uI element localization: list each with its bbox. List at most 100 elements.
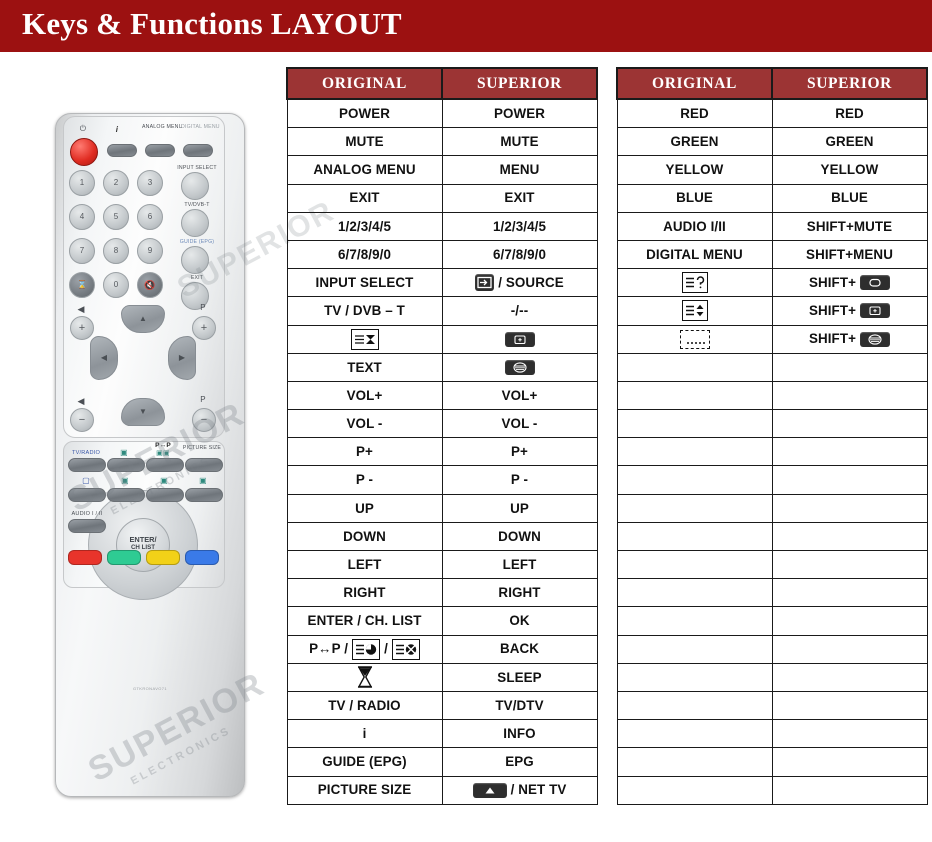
- key-mapping-table-2: ORIGINAL SUPERIOR RED RED GREEN GREEN YELLOW…: [616, 67, 928, 805]
- picture-size-label: PICTURE SIZE: [182, 445, 222, 451]
- green-colour-button[interactable]: [107, 550, 141, 565]
- table-row: TEXT: [286, 352, 598, 382]
- list-button[interactable]: [146, 488, 184, 502]
- cell-original: POWER: [286, 98, 443, 129]
- key-5[interactable]: 5: [103, 204, 129, 230]
- nav-right-button[interactable]: ▶: [168, 336, 196, 380]
- cell-superior: -/--: [441, 296, 598, 326]
- tv-dvbt-button[interactable]: [181, 209, 209, 237]
- key-2[interactable]: 2: [103, 170, 129, 196]
- yellow-colour-button[interactable]: [146, 550, 180, 565]
- cell-text: UP: [355, 500, 374, 516]
- volume-up-button[interactable]: +: [70, 316, 94, 340]
- cell-text: P -: [510, 472, 529, 488]
- mute-button[interactable]: 🔇: [137, 272, 163, 298]
- table-row: i INFO: [286, 719, 598, 749]
- programme-down-button[interactable]: −: [192, 408, 216, 432]
- cell-content: EPG: [445, 755, 595, 769]
- cell-content: TV / DVB – T: [290, 304, 440, 318]
- cell-superior: [771, 352, 928, 382]
- cell-text: RIGHT: [498, 585, 541, 601]
- table-row: VOL+ VOL+: [286, 380, 598, 411]
- cell-text: P+: [356, 444, 373, 460]
- cell-text: RED: [680, 105, 709, 121]
- cell-superior: SHIFT+: [771, 324, 928, 354]
- cell-original: [616, 465, 773, 495]
- analog-menu-button[interactable]: [145, 144, 175, 157]
- text-button[interactable]: [107, 458, 145, 472]
- red-colour-button[interactable]: [68, 550, 102, 565]
- table-row: ENTER / CH. LIST OK: [286, 606, 598, 636]
- table-row: [616, 690, 928, 721]
- key-3[interactable]: 3: [137, 170, 163, 196]
- info-button[interactable]: [107, 144, 137, 157]
- cell-content: SHIFT+MENU: [775, 247, 925, 261]
- cell-text: INPUT SELECT: [315, 275, 414, 291]
- cell-text: VOL -: [501, 415, 538, 431]
- key-7[interactable]: 7: [69, 238, 95, 264]
- key-9[interactable]: 9: [137, 238, 163, 264]
- cell-content: [620, 300, 770, 322]
- p-to-p-button[interactable]: [146, 458, 184, 472]
- cell-text: 6/7/8/9/0: [492, 246, 547, 262]
- cell-superior: INFO: [441, 719, 598, 749]
- subtitle-button[interactable]: [107, 488, 145, 502]
- nav-down-button[interactable]: ▼: [121, 398, 165, 426]
- digital-menu-button[interactable]: [183, 144, 213, 157]
- sleep-hourglass-button[interactable]: ⌛: [69, 272, 95, 298]
- table-1-header-row: ORIGINAL SUPERIOR: [286, 67, 598, 100]
- cell-original: 1/2/3/4/5: [286, 211, 443, 241]
- cell-text: SHIFT+: [808, 275, 857, 291]
- table-row: [616, 521, 928, 552]
- cell-content: [290, 665, 440, 689]
- cell-text: VOL -: [346, 415, 383, 431]
- cell-text: -/--: [510, 303, 529, 319]
- cell-content: RIGHT: [290, 586, 440, 600]
- cell-superior: [771, 549, 928, 580]
- p-to-p-label: P↔P: [155, 442, 171, 449]
- key-4[interactable]: 4: [69, 204, 95, 230]
- cell-text: DOWN: [343, 528, 386, 544]
- volume-down-button[interactable]: −: [70, 408, 94, 432]
- cell-content: SHIFT+: [775, 303, 925, 319]
- cell-content: ANALOG MENU: [290, 163, 440, 177]
- table-row: POWER POWER: [286, 98, 598, 129]
- input-select-button[interactable]: [181, 172, 209, 200]
- table-row: [616, 549, 928, 580]
- cell-text: i: [362, 726, 367, 742]
- cell-original: YELLOW: [616, 155, 773, 185]
- cell-text: MENU: [499, 162, 540, 178]
- cell-content: RED: [775, 106, 925, 120]
- cell-superior: P -: [441, 465, 598, 495]
- cell-original: [616, 747, 773, 777]
- audio-i-ii-button[interactable]: [68, 519, 106, 533]
- help-button[interactable]: [185, 488, 223, 502]
- analog-menu-label: ANALOG MENU: [142, 124, 183, 130]
- dotted-box-icon: [679, 329, 710, 349]
- cell-content: GREEN: [620, 135, 770, 149]
- cell-text: LEFT: [347, 556, 382, 572]
- guide-epg-button[interactable]: [181, 246, 209, 274]
- cell-superior: RIGHT: [441, 578, 598, 608]
- blue-colour-button[interactable]: [185, 550, 219, 565]
- digital-menu-label: DIGITAL MENU: [181, 124, 220, 130]
- cell-superior: [771, 747, 928, 777]
- cell-content: VOL -: [290, 415, 440, 431]
- screen-mode-button[interactable]: [68, 488, 106, 502]
- teletext-icon: ▣: [120, 448, 128, 457]
- programme-up-button[interactable]: +: [192, 316, 216, 340]
- picture-size-button[interactable]: [185, 458, 223, 472]
- tv-radio-button[interactable]: [68, 458, 106, 472]
- cell-content: [445, 359, 595, 375]
- power-button[interactable]: [70, 138, 98, 166]
- cell-content: GREEN: [775, 135, 925, 149]
- cell-original: [616, 296, 773, 326]
- key-6[interactable]: 6: [137, 204, 163, 230]
- key-1[interactable]: 1: [69, 170, 95, 196]
- cell-original: [616, 578, 773, 608]
- programme-label-top: P: [200, 303, 206, 312]
- key-0[interactable]: 0: [103, 272, 129, 298]
- cell-content: PICTURE SIZE: [290, 783, 440, 797]
- cell-text: 1/2/3/4/5: [492, 218, 547, 234]
- key-8[interactable]: 8: [103, 238, 129, 264]
